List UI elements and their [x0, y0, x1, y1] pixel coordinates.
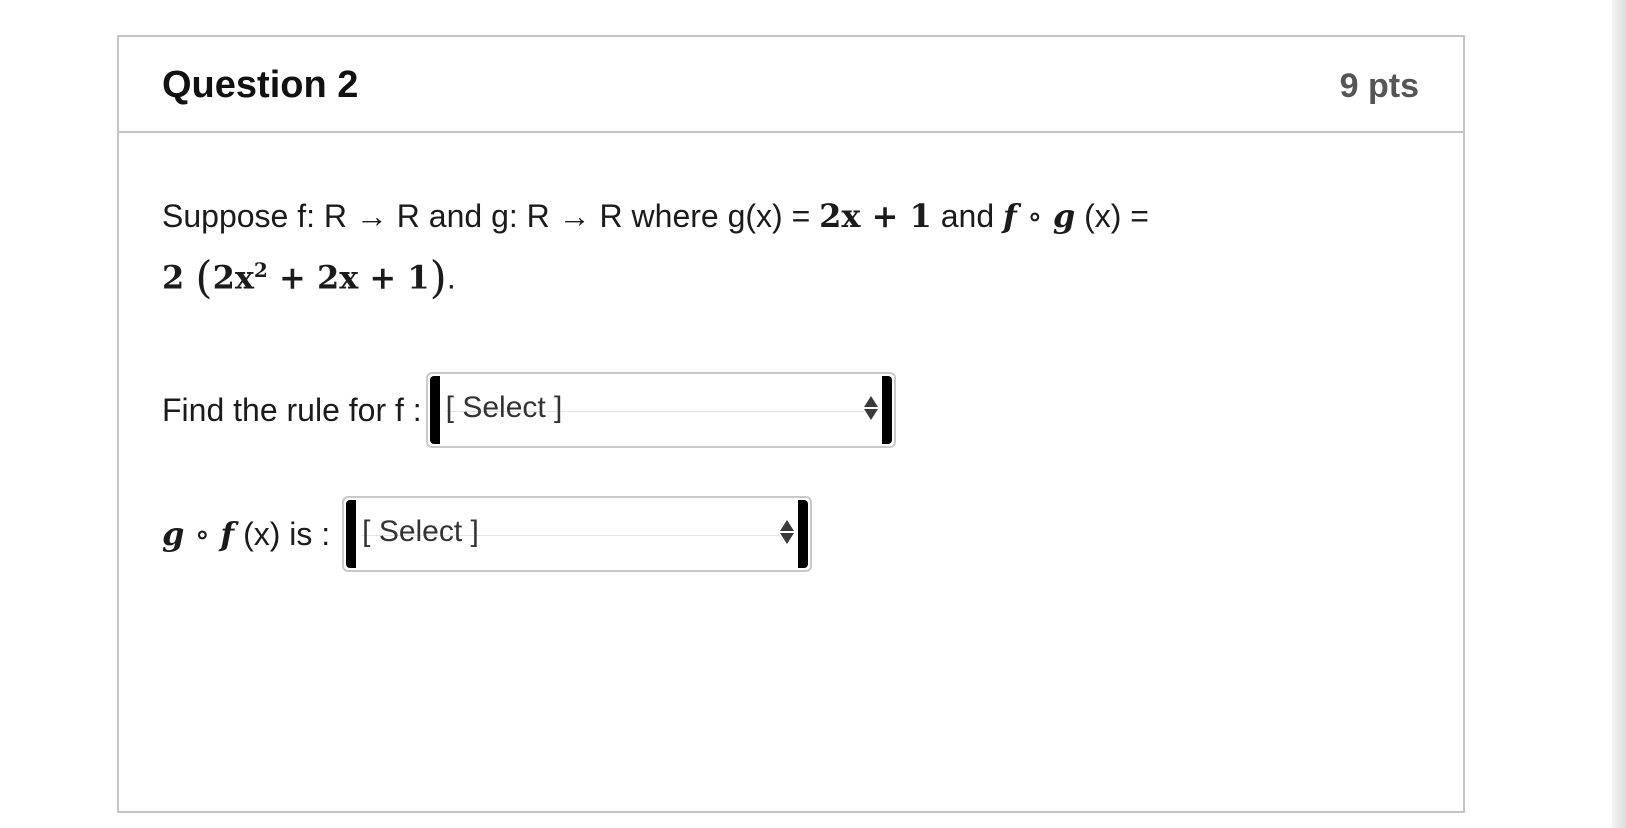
stem-text-3: (x) =: [1075, 198, 1149, 234]
period: .: [446, 259, 456, 296]
question-header: Question 2 9 pts: [119, 37, 1463, 133]
question-points: 9 pts: [1339, 67, 1419, 105]
field-label-gof: g ∘ f (x) is :: [162, 515, 330, 553]
question-stem: Suppose f: R → R and g: R → R where g(x)…: [162, 189, 1423, 306]
question-title: Question 2: [162, 64, 359, 106]
expr-inner-b: + 2x + 1: [267, 258, 430, 297]
expr-exponent: 2: [253, 258, 268, 282]
arrow-up-icon: [863, 396, 878, 407]
arrow-down-icon: [780, 533, 795, 544]
window-edge: [1612, 0, 1626, 828]
updown-chevron-icon: [780, 520, 795, 544]
g-symbol: g: [1052, 197, 1076, 235]
page: Question 2 9 pts Suppose f: R → R and g:…: [0, 0, 1626, 828]
select-gof[interactable]: [ Select ]: [342, 496, 813, 572]
label-f-symbol: f: [220, 515, 235, 553]
expr-inner-a: 2x: [212, 258, 254, 297]
updown-chevron-icon: [863, 396, 878, 420]
arrow-down-icon: [863, 409, 878, 420]
expr-coefficient: 2: [162, 258, 196, 297]
arrow-up-icon: [780, 520, 795, 531]
label-g-symbol: g: [162, 515, 185, 553]
paren-open: (: [195, 252, 213, 304]
compose-symbol: ∘: [1016, 197, 1053, 235]
stem-text-2: and: [931, 198, 1004, 234]
f-symbol: f: [1003, 197, 1017, 235]
g-expression: 2x + 1: [819, 197, 932, 235]
stem-text-1: Suppose f: R → R and g: R → R where g(x)…: [162, 198, 820, 234]
label-compose-symbol: ∘: [184, 515, 221, 553]
select-value: [ Select ]: [445, 391, 563, 424]
question-body: Suppose f: R → R and g: R → R where g(x)…: [162, 189, 1423, 572]
question-card: Question 2 9 pts Suppose f: R → R and g:…: [117, 35, 1465, 813]
field-row-gof: g ∘ f (x) is : [ Select ]: [162, 496, 813, 572]
label-suffix: (x) is :: [234, 516, 331, 552]
field-row-f: Find the rule for f : [ Select ]: [162, 372, 896, 448]
select-rule-f[interactable]: [ Select ]: [425, 372, 896, 448]
field-label-f: Find the rule for f :: [162, 391, 422, 428]
select-value: [ Select ]: [362, 515, 479, 548]
paren-close: ): [429, 252, 447, 304]
